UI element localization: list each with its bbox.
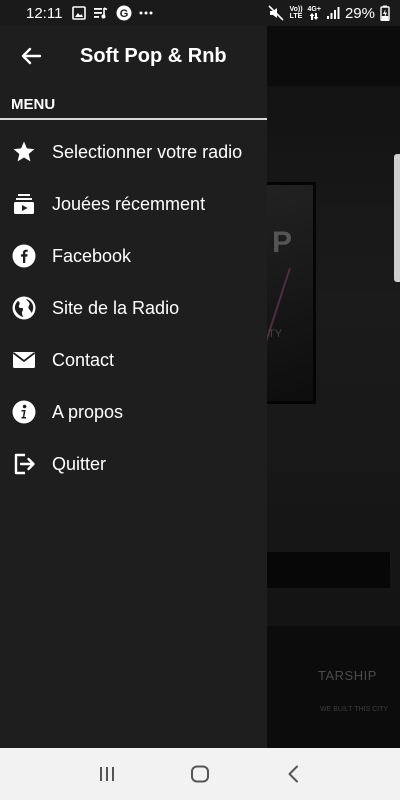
menu-item-label: A propos: [52, 401, 124, 422]
system-status-icons: Vo)) LTE 4G+ 29%: [268, 5, 390, 22]
menu-item-about[interactable]: A propos: [0, 386, 267, 438]
status-time: 12:11: [26, 4, 63, 22]
volte-indicator: Vo)) LTE: [289, 6, 302, 20]
menu-list: Selectionner votre radio Jouées récemmen…: [0, 126, 267, 490]
google-icon: G: [116, 5, 132, 21]
recent-apps-button[interactable]: [77, 748, 137, 800]
notification-icons: G: [72, 5, 153, 21]
now-playing-artist: TARSHIP: [318, 668, 377, 683]
battery-charging-icon: [380, 5, 390, 21]
menu-item-label: Contact: [52, 349, 115, 370]
signal-icon: [326, 6, 340, 20]
album-art-letter: P: [272, 226, 293, 259]
more-notifications-icon: [139, 11, 153, 15]
battery-percent: 29%: [344, 4, 375, 22]
app-title: Soft Pop & Rnb: [80, 44, 227, 67]
scroll-handle[interactable]: [394, 154, 400, 282]
network-type-label: 4G+: [307, 6, 321, 13]
queue-music-icon: [11, 191, 37, 217]
menu-divider: [0, 118, 267, 120]
svg-text:G: G: [120, 8, 129, 20]
home-icon: [190, 765, 209, 783]
exit-icon: [11, 451, 37, 477]
info-icon: [11, 399, 37, 425]
data-indicator: 4G+: [308, 6, 321, 20]
music-list-icon: [93, 6, 109, 20]
menu-item-label: Selectionner votre radio: [52, 141, 243, 162]
status-bar: 12:11 G Vo)) LTE 4G+ 29%: [0, 0, 400, 26]
menu-item-label: Quitter: [52, 453, 107, 474]
star-icon: [11, 139, 37, 165]
back-button[interactable]: [0, 26, 62, 86]
menu-section: MENU Selectionner votre radio Jouées réc…: [0, 92, 267, 490]
system-nav-bar: [0, 748, 400, 800]
menu-item-label: Facebook: [52, 245, 132, 266]
envelope-icon: [11, 347, 37, 373]
now-playing-track: WE BUILT THIS CITY: [320, 706, 389, 713]
arrow-left-icon: [21, 47, 41, 65]
menu-item-label: Site de la Radio: [52, 297, 180, 318]
navigation-drawer: Soft Pop & Rnb MENU Selectionner votre r…: [0, 26, 267, 748]
player-controls[interactable]: [260, 552, 390, 588]
menu-item-label: Jouées récemment: [52, 193, 206, 214]
volte-label: Vo)): [289, 6, 303, 13]
menu-item-radio-website[interactable]: Site de la Radio: [0, 282, 267, 334]
mute-icon: [268, 5, 285, 21]
menu-item-quit[interactable]: Quitter: [0, 438, 267, 490]
album-art-fragment: TY: [268, 328, 283, 340]
back-nav-button[interactable]: [263, 748, 323, 800]
drawer-header: Soft Pop & Rnb: [0, 26, 267, 86]
image-icon: [72, 6, 87, 20]
menu-item-recently-played[interactable]: Jouées récemment: [0, 178, 267, 230]
lte-label: LTE: [289, 13, 303, 20]
recent-apps-icon: [99, 767, 114, 781]
menu-item-select-radio[interactable]: Selectionner votre radio: [0, 126, 267, 178]
facebook-icon: [11, 243, 37, 269]
home-button[interactable]: [170, 748, 230, 800]
menu-item-contact[interactable]: Contact: [0, 334, 267, 386]
menu-item-facebook[interactable]: Facebook: [0, 230, 267, 282]
globe-icon: [11, 295, 37, 321]
data-arrows-icon: [309, 13, 319, 20]
chevron-left-icon: [288, 765, 299, 783]
menu-heading: MENU: [11, 96, 56, 113]
